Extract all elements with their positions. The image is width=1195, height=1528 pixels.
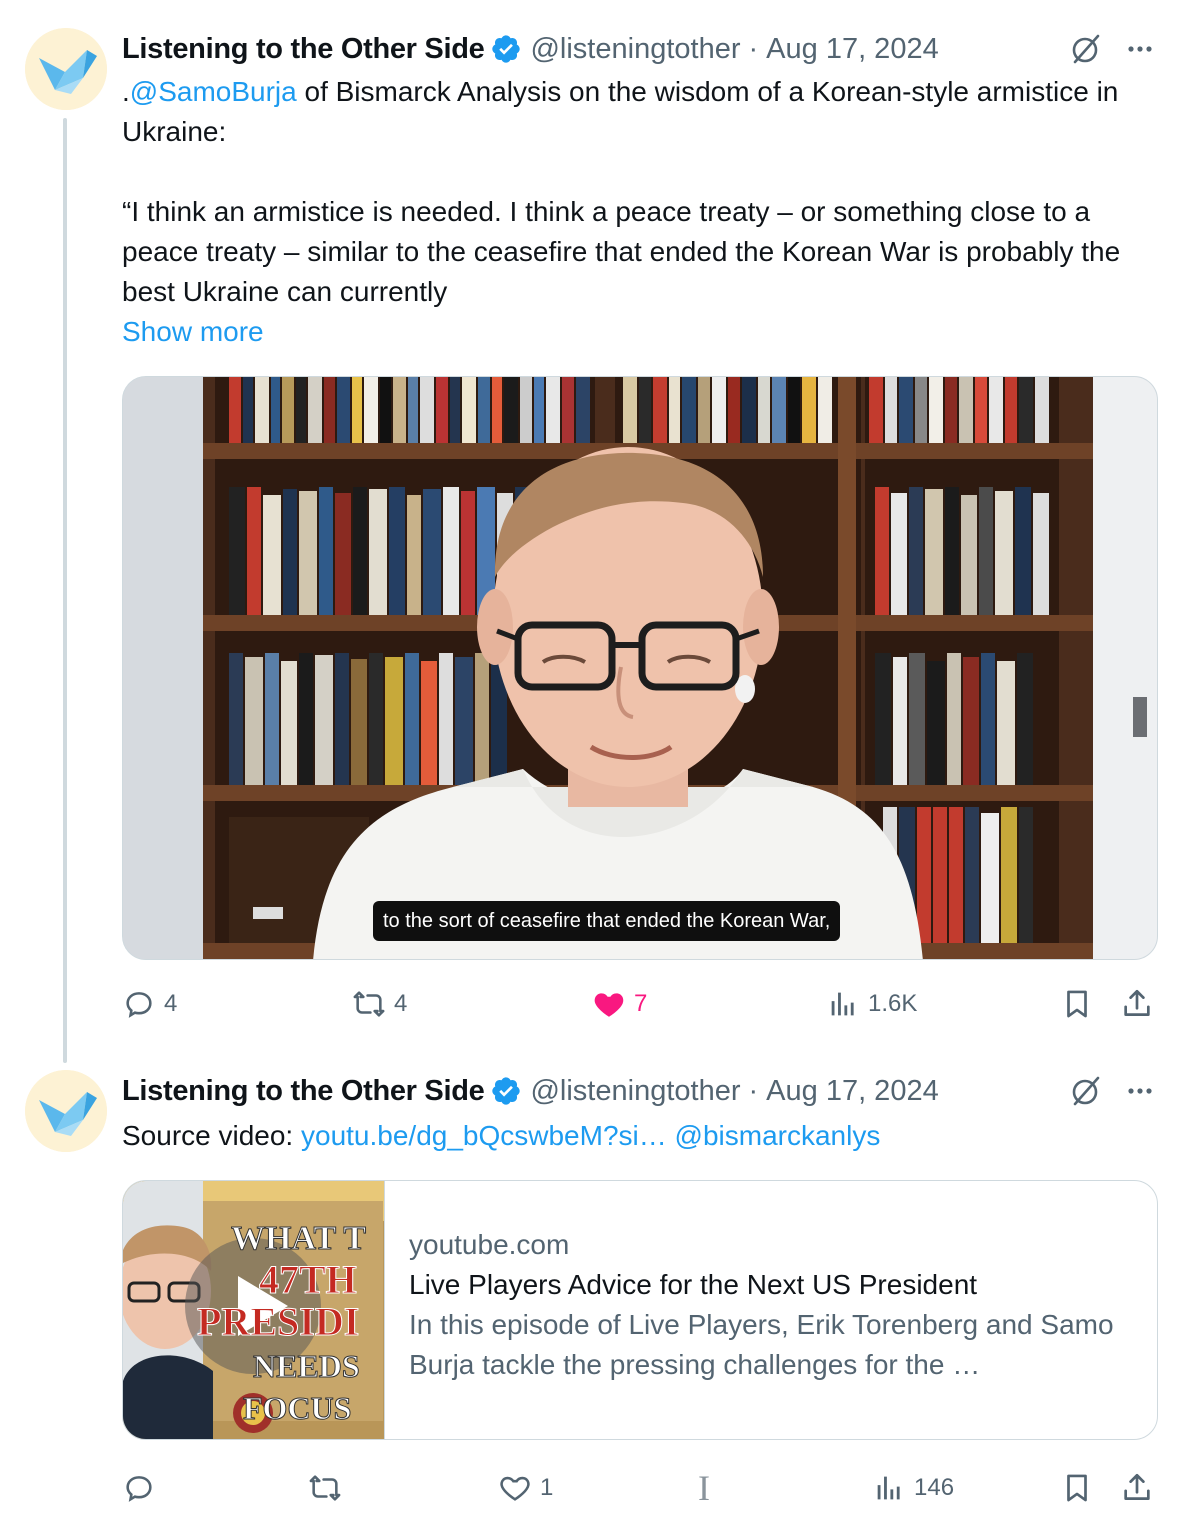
card-domain: youtube.com [409, 1229, 570, 1260]
thumb-text-3: PRESIDI [197, 1299, 359, 1344]
reply-button[interactable]: 4 [122, 982, 177, 1026]
video-thumbnail[interactable]: WHAT T 47TH PRESIDI NEEDS FOCUS [123, 1181, 385, 1439]
text-prefix: Source video: [122, 1120, 301, 1151]
grok-icon[interactable] [1066, 1071, 1106, 1111]
views-button[interactable]: 1.6K [826, 982, 917, 1026]
repost-icon [353, 991, 385, 1017]
view-count: 1.6K [868, 990, 918, 1017]
grok-icon[interactable] [1066, 29, 1106, 69]
views-button[interactable]: 146 [872, 1466, 954, 1510]
video-caption: to the sort of ceasefire that ended the … [373, 901, 841, 941]
repost-count: 4 [394, 990, 408, 1017]
thumb-text-4: NEEDS [253, 1348, 360, 1384]
bookmark-icon [1067, 1474, 1087, 1502]
reply-button[interactable] [122, 1466, 164, 1510]
views-icon [877, 1476, 900, 1500]
repost-icon [309, 1475, 341, 1501]
video-player[interactable]: to the sort of ceasefire that ended the … [122, 376, 1158, 960]
share-button[interactable] [1120, 1466, 1162, 1510]
repost-button[interactable] [308, 1466, 350, 1510]
share-icon [1124, 989, 1150, 1016]
reply-count: 4 [164, 990, 178, 1017]
tweet-actions: 1 I 146 [122, 1466, 1162, 1510]
avatar-bird-icon [25, 28, 107, 110]
link-preview-card[interactable]: WHAT T 47TH PRESIDI NEEDS FOCUS youtube.… [122, 1180, 1158, 1440]
views-icon [831, 992, 854, 1016]
thumb-text-5: FOCUS [243, 1390, 351, 1426]
like-count: 7 [634, 990, 648, 1017]
like-button[interactable]: 1 [498, 1466, 553, 1510]
thumb-text-2: 47TH [259, 1257, 357, 1302]
card-description: In this episode of Live Players, Erik To… [409, 1309, 1114, 1380]
tweet-actions: 4 4 7 1.6K [122, 982, 1162, 1026]
like-icon [500, 1476, 530, 1501]
share-icon [1124, 1473, 1150, 1500]
card-title[interactable]: Live Players Advice for the Next US Pres… [409, 1265, 1139, 1305]
text-cursor: I [698, 1466, 710, 1510]
tweet-text: Source video: youtu.be/dg_bQcswbeM?si… @… [122, 1116, 1152, 1156]
more-icon[interactable] [1120, 29, 1160, 69]
mention-link[interactable]: @SamoBurja [130, 76, 297, 107]
share-button[interactable] [1120, 982, 1162, 1026]
like-count: 1 [540, 1474, 554, 1501]
show-more-link[interactable]: Show more [122, 312, 1152, 352]
card-text: youtube.com Live Players Advice for the … [409, 1225, 1139, 1385]
bookmark-icon [1067, 990, 1087, 1018]
thumb-text-1: WHAT T [231, 1220, 366, 1257]
tweet-header: Listening to the Other Side @listeningto… [122, 29, 939, 69]
like-button[interactable]: 7 [592, 982, 647, 1026]
mention-link[interactable]: @bismarckanlys [675, 1120, 881, 1151]
separator: · [748, 32, 759, 65]
avatar-bird-icon [25, 1070, 107, 1152]
avatar[interactable] [25, 28, 107, 110]
more-icon[interactable] [1120, 1071, 1160, 1111]
text-prefix: . [122, 76, 130, 107]
verified-badge-icon[interactable] [490, 1075, 522, 1107]
avatar[interactable] [25, 1070, 107, 1152]
reply-icon [126, 1476, 152, 1502]
author-handle[interactable]: @listeningtother [530, 33, 740, 66]
like-icon [594, 993, 624, 1017]
thumbnail-image: WHAT T 47TH PRESIDI NEEDS FOCUS [123, 1181, 384, 1439]
tweet-text: .@SamoBurja of Bismarck Analysis on the … [122, 72, 1152, 352]
verified-badge-icon[interactable] [490, 33, 522, 65]
author-name[interactable]: Listening to the Other Side [122, 1075, 485, 1108]
author-name[interactable]: Listening to the Other Side [122, 33, 485, 66]
video-frame [123, 377, 1157, 959]
bookmark-button[interactable] [1060, 982, 1102, 1026]
youtube-link[interactable]: youtu.be/dg_bQcswbeM?si… [301, 1120, 667, 1151]
tweet-date[interactable]: Aug 17, 2024 [766, 33, 939, 66]
view-count: 146 [914, 1474, 955, 1501]
bookmark-button[interactable] [1060, 1466, 1102, 1510]
author-handle[interactable]: @listeningtother [530, 1075, 740, 1108]
repost-button[interactable]: 4 [352, 982, 407, 1026]
tweet-date[interactable]: Aug 17, 2024 [766, 1075, 939, 1108]
tweet-header: Listening to the Other Side @listeningto… [122, 1071, 939, 1111]
tweet-text-intro: .@SamoBurja of Bismarck Analysis on the … [122, 72, 1152, 152]
reply-icon [126, 992, 152, 1018]
tweet-1[interactable]: Listening to the Other Side @listeningto… [0, 0, 1195, 1060]
tweet-quote: “I think an armistice is needed. I think… [122, 196, 1121, 307]
text-cursor-glyph: I [698, 1468, 710, 1508]
separator: · [748, 1074, 759, 1107]
